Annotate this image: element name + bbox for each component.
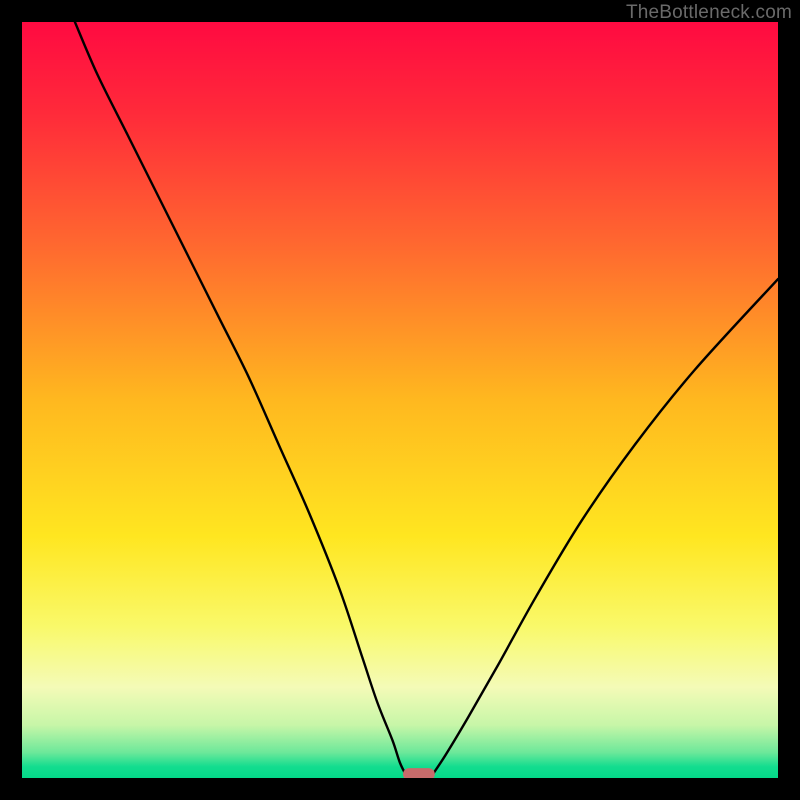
chart-svg bbox=[22, 22, 778, 778]
attribution-label: TheBottleneck.com bbox=[626, 2, 792, 24]
gradient-background bbox=[22, 22, 778, 778]
outer-frame: TheBottleneck.com bbox=[0, 0, 800, 800]
optimum-marker bbox=[403, 768, 435, 778]
plot-area bbox=[22, 22, 778, 778]
